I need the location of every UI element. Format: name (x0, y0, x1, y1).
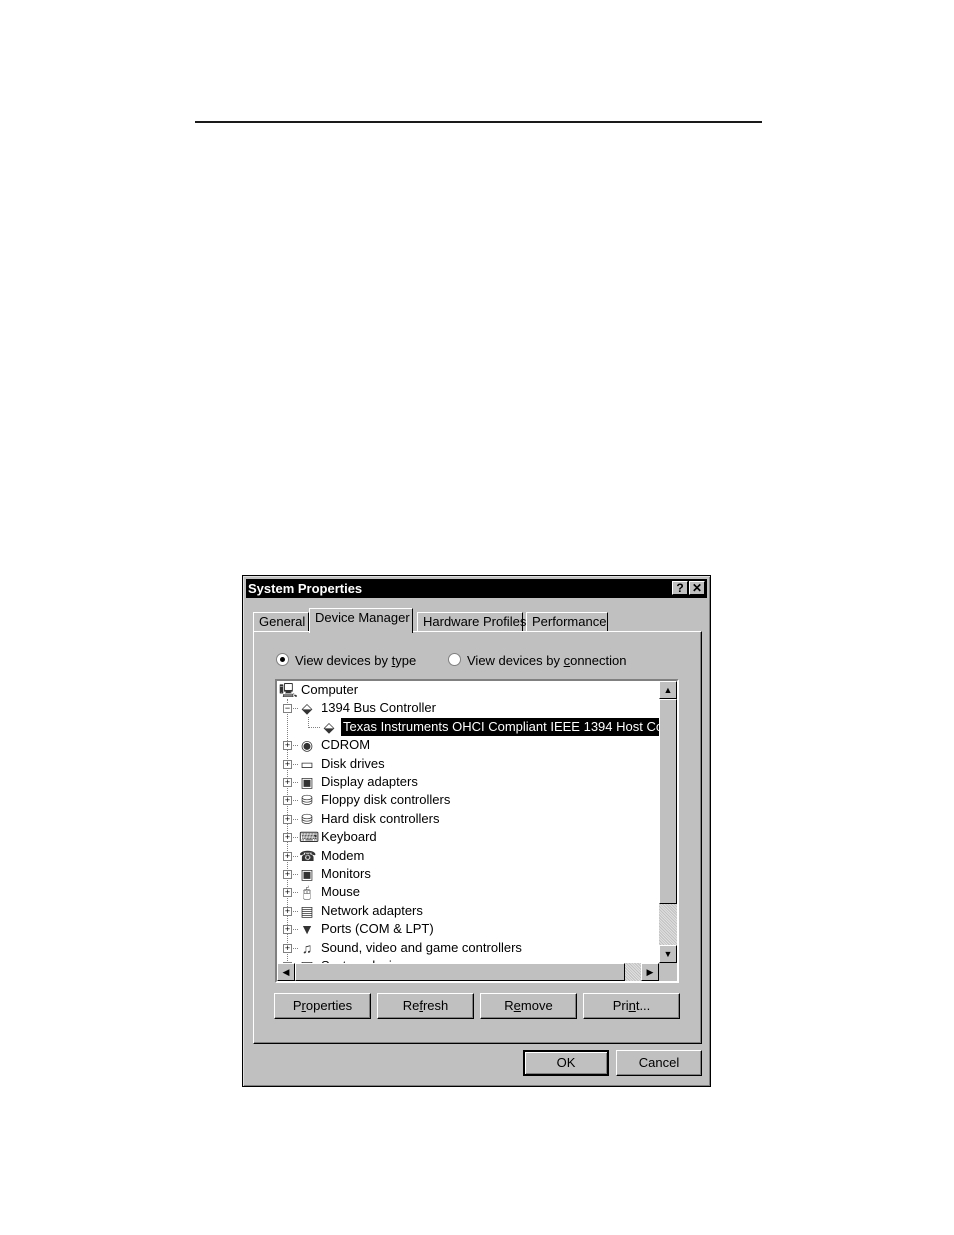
tree-node-label: Keyboard (321, 829, 377, 844)
tree-node[interactable]: + ⌨ Keyboard (277, 828, 659, 846)
tree-node-label: Mouse (321, 884, 361, 899)
print-button[interactable]: Print... (583, 993, 680, 1019)
cancel-button[interactable]: Cancel (616, 1050, 702, 1076)
expand-icon[interactable]: + (283, 796, 292, 805)
tree-node[interactable]: + ☎ Modem (277, 847, 659, 865)
tree-node[interactable]: + ▤ Network adapters (277, 902, 659, 920)
radio-unselected-icon (448, 653, 461, 666)
floppy-controller-icon: ⛁ (301, 792, 313, 808)
bus-controller-icon: ⬙ (323, 719, 335, 735)
cdrom-icon: ◉ (300, 737, 314, 753)
tree-node[interactable]: + ▼ Ports (COM & LPT) (277, 920, 659, 938)
bus-controller-icon: ⬙ (301, 700, 313, 716)
scroll-left-button[interactable]: ◀ (277, 963, 295, 981)
scroll-down-button[interactable]: ▼ (659, 945, 677, 963)
tree-connector-line (308, 727, 320, 728)
page-header-rule (195, 121, 762, 123)
tree-node[interactable]: + ♫ Sound, video and game controllers (277, 939, 659, 957)
tree-node[interactable]: ⬙ Texas Instruments OHCI Compliant IEEE 1… (277, 718, 659, 736)
properties-button[interactable]: Properties (274, 993, 371, 1019)
display-adapter-icon: ▣ (300, 774, 314, 790)
tree-node-label: 1394 Bus Controller (321, 700, 436, 715)
expand-icon[interactable]: + (283, 944, 292, 953)
expand-icon[interactable]: + (283, 760, 292, 769)
tree-node[interactable]: + ◉ CDROM (277, 736, 659, 754)
network-adapter-icon: ▤ (300, 903, 314, 919)
tree-node[interactable]: + ▣ Display adapters (277, 773, 659, 791)
remove-button[interactable]: Remove (480, 993, 577, 1019)
help-button[interactable]: ? (672, 581, 688, 595)
computer-icon: 🖳 (279, 682, 298, 698)
expand-icon[interactable]: + (283, 888, 292, 897)
tree-node-label: Display adapters (321, 774, 418, 789)
collapse-icon[interactable]: − (283, 704, 292, 713)
scroll-right-button[interactable]: ▶ (641, 963, 659, 981)
expand-icon[interactable]: + (283, 907, 292, 916)
tree-node-label: Texas Instruments OHCI Compliant IEEE 13… (341, 718, 659, 736)
scroll-up-button[interactable]: ▲ (659, 681, 677, 699)
expand-icon[interactable]: + (283, 741, 292, 750)
vertical-scrollbar[interactable]: ▲ ▼ (659, 681, 677, 963)
scrollbar-corner (659, 963, 677, 981)
tree-node[interactable]: − ⬙ 1394 Bus Controller (277, 699, 659, 717)
hard-disk-controller-icon: ⛁ (301, 811, 313, 827)
disk-drive-icon: ▭ (300, 756, 314, 772)
mouse-icon: 🖰 (302, 884, 312, 900)
tree-node[interactable]: + ⛁ Floppy disk controllers (277, 791, 659, 809)
horizontal-scroll-track[interactable] (625, 963, 641, 981)
modem-icon: ☎ (299, 848, 317, 864)
tree-node-label: Disk drives (321, 756, 385, 771)
tree-node[interactable]: + 🖰 Mouse (277, 883, 659, 901)
ok-button[interactable]: OK (523, 1050, 609, 1076)
tree-node-label: Computer (301, 682, 359, 697)
tab-performance[interactable]: Performance (526, 612, 608, 632)
expand-icon[interactable]: + (283, 815, 292, 824)
refresh-button[interactable]: Refresh (377, 993, 474, 1019)
tree-node[interactable]: + ▭ Disk drives (277, 755, 659, 773)
view-by-type-radio[interactable]: View devices by type (276, 653, 416, 668)
vertical-scroll-track[interactable] (659, 904, 677, 945)
tree-node-label: CDROM (321, 737, 371, 752)
device-tree-viewport: 🖳 Computer − ⬙ 1394 Bus Controller ⬙ Texas Ins… (277, 681, 659, 963)
horizontal-scroll-thumb[interactable] (295, 963, 625, 981)
tree-node-label: Hard disk controllers (321, 811, 440, 826)
tree-node[interactable]: + ▣ Monitors (277, 865, 659, 883)
view-by-connection-radio[interactable]: View devices by connection (448, 653, 626, 668)
radio-selected-icon (276, 653, 289, 666)
port-icon: ▼ (300, 921, 314, 937)
tree-node[interactable]: + ⛁ Hard disk controllers (277, 810, 659, 828)
expand-icon[interactable]: + (283, 852, 292, 861)
tab-general[interactable]: General (253, 612, 309, 632)
tree-node-label: Ports (COM & LPT) (321, 921, 434, 936)
horizontal-scrollbar[interactable]: ◀ ▶ (277, 963, 659, 981)
expand-icon[interactable]: + (283, 778, 292, 787)
monitor-icon: ▣ (300, 866, 314, 882)
tree-node[interactable]: 🖳 Computer (277, 681, 659, 699)
title-bar[interactable]: System Properties ? ✕ (246, 579, 707, 598)
expand-icon[interactable]: + (283, 925, 292, 934)
dialog-title: System Properties (248, 581, 363, 596)
vertical-scroll-thumb[interactable] (659, 699, 677, 904)
tab-hardware-profiles[interactable]: Hardware Profiles (417, 612, 526, 632)
expand-icon[interactable]: + (283, 870, 292, 879)
tree-node-label: Monitors (321, 866, 371, 881)
keyboard-icon: ⌨ (299, 829, 320, 845)
device-tree[interactable]: 🖳 Computer − ⬙ 1394 Bus Controller ⬙ Texas Ins… (275, 679, 679, 983)
sound-controller-icon: ♫ (301, 940, 313, 956)
tab-device-manager[interactable]: Device Manager (309, 608, 413, 633)
expand-icon[interactable]: + (283, 833, 292, 842)
tree-node-label: Floppy disk controllers (321, 792, 451, 807)
tree-node-label: Sound, video and game controllers (321, 940, 522, 955)
system-properties-dialog: System Properties ? ✕ General Device Man… (242, 575, 711, 1087)
tree-node-label: Modem (321, 848, 365, 863)
close-button[interactable]: ✕ (689, 581, 705, 595)
tree-node-label: Network adapters (321, 903, 423, 918)
